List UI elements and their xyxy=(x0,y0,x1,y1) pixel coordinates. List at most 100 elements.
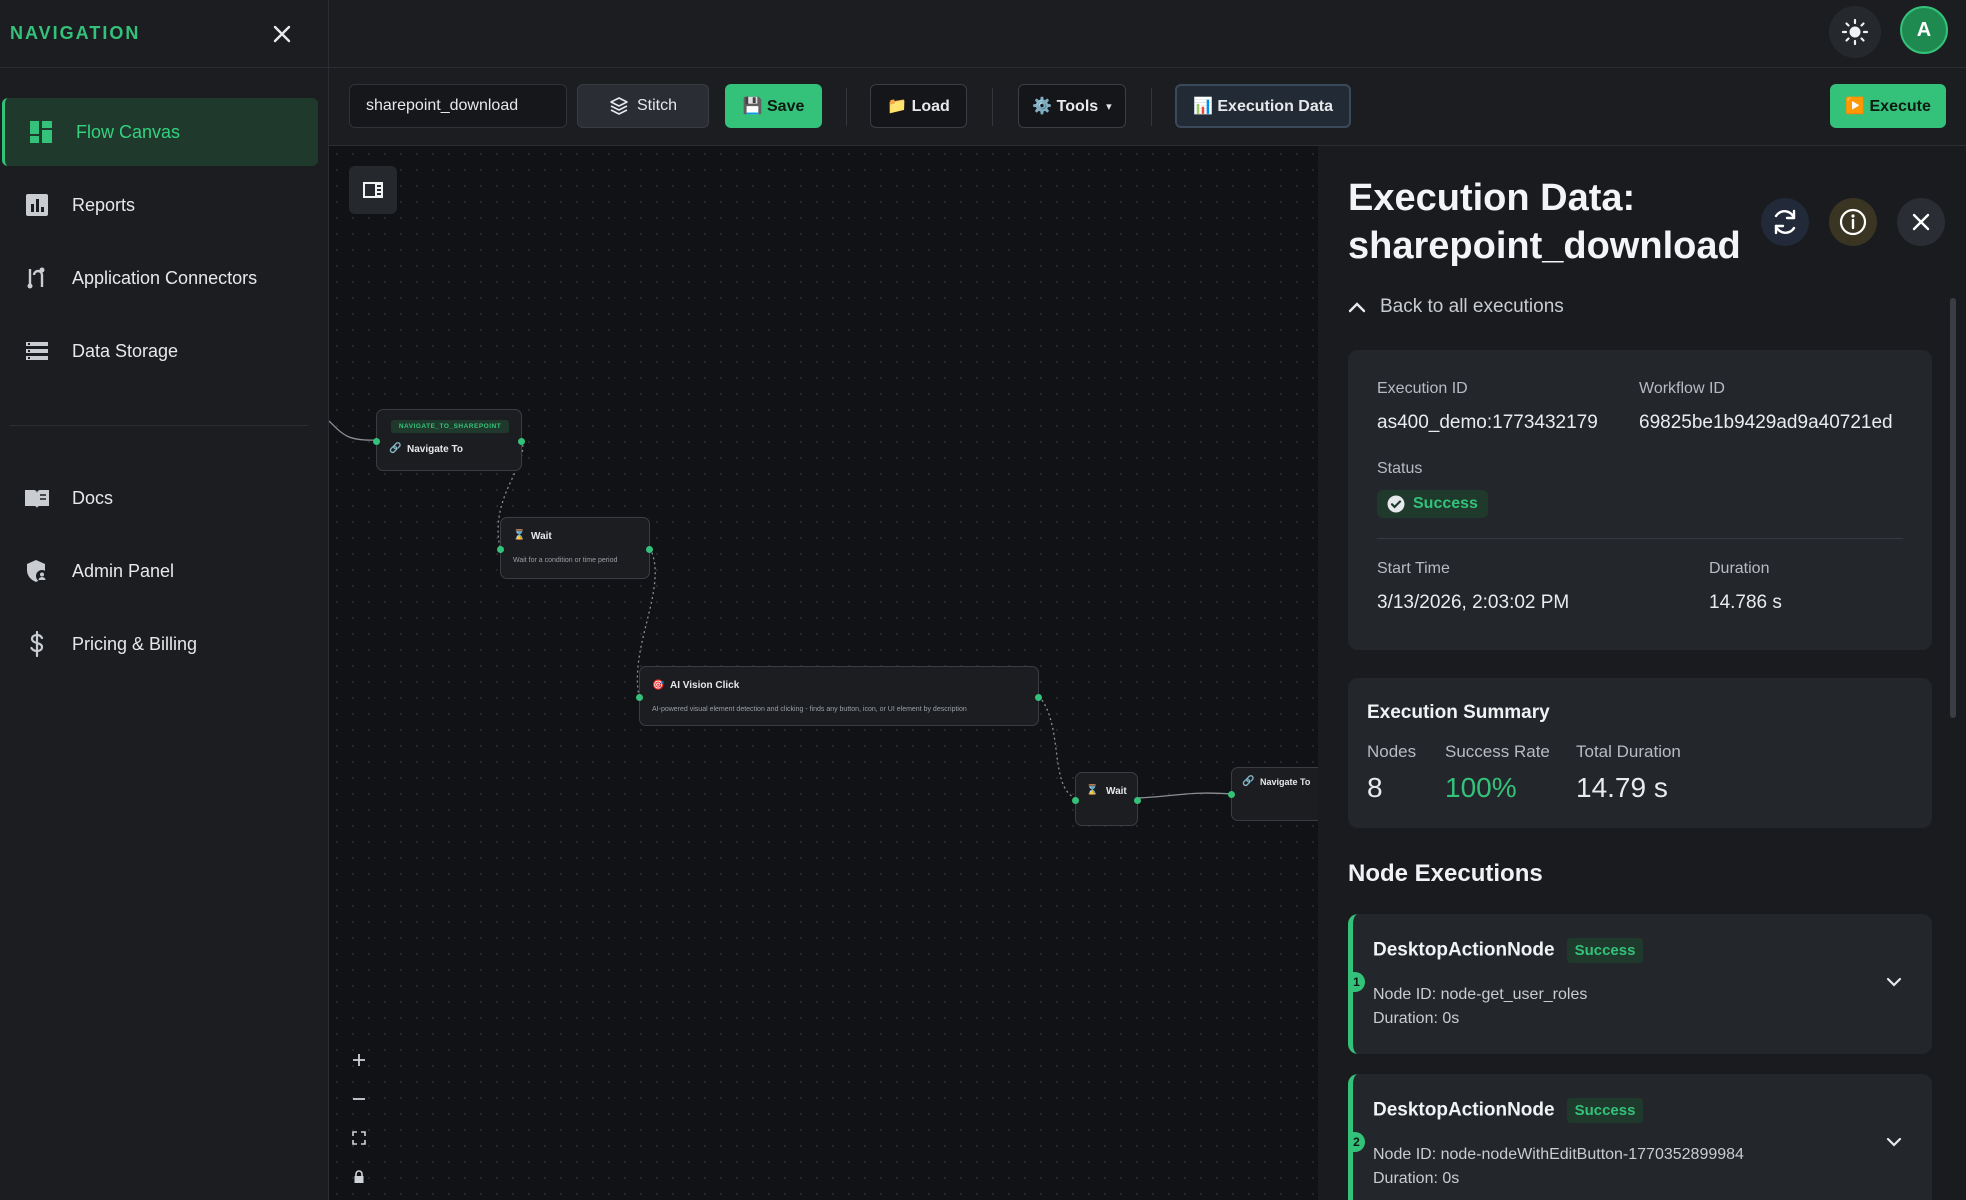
panel-toggle-button[interactable] xyxy=(349,166,397,214)
bar-chart-icon xyxy=(22,190,52,220)
node-execution-card[interactable]: 1 DesktopActionNode Success Node ID: node… xyxy=(1348,914,1932,1054)
nav-item-label: Reports xyxy=(72,194,136,215)
connector-icon xyxy=(22,263,52,293)
close-panel-button[interactable] xyxy=(1897,198,1945,246)
node-input-port[interactable] xyxy=(1072,797,1079,804)
minus-icon xyxy=(353,1098,365,1100)
total-duration-label: Total Duration xyxy=(1576,742,1681,761)
status-label: Status xyxy=(1377,460,1423,477)
lock-view-button[interactable] xyxy=(345,1163,373,1191)
refresh-icon xyxy=(1774,209,1796,235)
toolbar-divider xyxy=(846,88,847,126)
avatar[interactable]: A xyxy=(1900,6,1948,54)
nav-item-flow-canvas[interactable]: Flow Canvas xyxy=(2,98,318,166)
success-rate-label: Success Rate xyxy=(1445,742,1550,761)
panel-title: Execution Data: sharepoint_download xyxy=(1348,177,1741,267)
stitch-label: Stitch xyxy=(636,97,677,114)
nav-item-label: Flow Canvas xyxy=(76,121,181,142)
nav-item-label: Pricing & Billing xyxy=(72,633,198,654)
nav-item-application-connectors[interactable]: Application Connectors xyxy=(2,244,318,312)
flow-node-navigate-to[interactable]: 🔗 Navigate To xyxy=(1228,767,1318,821)
nav-item-label: Docs xyxy=(72,487,114,508)
zoom-in-button[interactable] xyxy=(345,1046,373,1074)
zoom-out-button[interactable] xyxy=(345,1085,373,1113)
link-icon: 🔗 xyxy=(389,443,402,454)
nav-list: Flow Canvas Reports Application Connecto… xyxy=(0,68,328,678)
status-badge: Success xyxy=(1566,1098,1644,1123)
flow-node-wait[interactable]: ⌛ Wait Wait for a condition or time peri… xyxy=(497,517,653,579)
node-input-port[interactable] xyxy=(636,694,643,701)
nav-header: NAVIGATION xyxy=(0,0,328,68)
link-icon: 🔗 xyxy=(1242,776,1255,787)
workflow-id-label: Workflow ID xyxy=(1639,380,1725,397)
flow-node-navigate-to-sharepoint[interactable]: NAVIGATE_TO_SHAREPOINT 🔗 Navigate To xyxy=(373,409,525,471)
flow-canvas[interactable]: NAVIGATE_TO_SHAREPOINT 🔗 Navigate To ⌛ W… xyxy=(329,146,1318,1200)
nav-item-label: Application Connectors xyxy=(72,267,258,288)
nav-item-reports[interactable]: Reports xyxy=(2,171,318,239)
node-duration-text: Duration: 0s xyxy=(1373,1010,1460,1027)
nav-divider xyxy=(10,425,308,426)
fit-view-button[interactable] xyxy=(345,1124,373,1152)
flow-node-wait[interactable]: ⌛ Wait xyxy=(1072,772,1141,826)
nav-item-pricing-billing[interactable]: Pricing & Billing xyxy=(2,610,318,678)
node-input-port[interactable] xyxy=(373,438,380,445)
node-duration-text: Duration: 0s xyxy=(1373,1170,1460,1187)
back-link-label: Back to all executions xyxy=(1380,296,1564,317)
lock-icon xyxy=(354,1170,364,1183)
panel-scrollbar[interactable] xyxy=(1950,298,1956,718)
nodes-value: 8 xyxy=(1367,772,1383,803)
node-output-port[interactable] xyxy=(1134,797,1141,804)
summary-title: Execution Summary xyxy=(1367,702,1550,723)
execution-data-button[interactable]: 📊 Execution Data xyxy=(1175,84,1351,128)
workflow-id-value: 69825be1b9429ad9a40721ed xyxy=(1639,412,1893,433)
node-execution-card[interactable]: 2 DesktopActionNode Success Node ID: node… xyxy=(1348,1074,1932,1200)
toolbar: Stitch 💾 Save 📁 Load ⚙️ Tools ▾ 📊 Execut… xyxy=(329,68,1966,146)
hourglass-icon: ⌛ xyxy=(513,530,526,541)
tools-label: ⚙️ Tools xyxy=(1032,98,1099,115)
total-duration-value: 14.79 s xyxy=(1576,772,1668,803)
stitch-button[interactable]: Stitch xyxy=(577,84,709,128)
tools-dropdown-button[interactable]: ⚙️ Tools ▾ xyxy=(1018,84,1126,128)
node-tag: NAVIGATE_TO_SHAREPOINT xyxy=(391,420,509,433)
execution-summary-card: Execution Summary Nodes 8 Success Rate 1… xyxy=(1348,678,1932,828)
save-button[interactable]: 💾 Save xyxy=(725,84,822,128)
expand-button[interactable] xyxy=(1882,970,1906,994)
node-output-port[interactable] xyxy=(518,438,525,445)
nav-item-label: Admin Panel xyxy=(72,560,175,581)
execute-button[interactable]: ▶️ Execute xyxy=(1830,84,1946,128)
expand-button[interactable] xyxy=(1882,1130,1906,1154)
node-title: Navigate To xyxy=(407,444,463,455)
sidebar: NAVIGATION Flow Canvas Reports Applicati… xyxy=(0,0,329,1200)
nav-item-data-storage[interactable]: Data Storage xyxy=(2,317,318,385)
node-id-text: Node ID: node-nodeWithEditButton-1770352… xyxy=(1373,1146,1744,1163)
status-badge: Success xyxy=(1377,490,1488,518)
nav-item-admin-panel[interactable]: Admin Panel xyxy=(2,537,318,605)
node-output-port[interactable] xyxy=(646,546,653,553)
workflow-name-input[interactable] xyxy=(349,84,567,128)
plus-icon xyxy=(353,1054,365,1066)
nav-title: NAVIGATION xyxy=(10,23,141,43)
back-to-executions-link[interactable]: Back to all executions xyxy=(1348,296,1564,318)
load-button[interactable]: 📁 Load xyxy=(870,84,967,128)
book-icon xyxy=(22,483,52,513)
chevron-up-icon xyxy=(1348,302,1366,313)
status-value: Success xyxy=(1413,495,1478,512)
top-bar: A xyxy=(329,0,1966,68)
node-type-name: DesktopActionNode xyxy=(1373,939,1555,961)
close-nav-button[interactable] xyxy=(266,18,298,50)
info-button[interactable] xyxy=(1829,198,1877,246)
nav-item-docs[interactable]: Docs xyxy=(2,464,318,532)
refresh-button[interactable] xyxy=(1761,198,1809,246)
dollar-icon xyxy=(22,629,52,659)
start-time-label: Start Time xyxy=(1377,560,1450,577)
node-output-port[interactable] xyxy=(1035,694,1042,701)
node-executions-title: Node Executions xyxy=(1348,860,1543,887)
info-icon xyxy=(1839,208,1867,236)
theme-toggle-button[interactable] xyxy=(1829,6,1881,58)
flow-node-ai-vision-click[interactable]: 🎯 AI Vision Click AI-powered visual elem… xyxy=(636,666,1042,726)
layers-icon xyxy=(610,97,628,115)
node-input-port[interactable] xyxy=(1228,791,1235,798)
node-input-port[interactable] xyxy=(497,546,504,553)
admin-shield-icon xyxy=(22,556,52,586)
start-time-value: 3/13/2026, 2:03:02 PM xyxy=(1377,592,1570,613)
